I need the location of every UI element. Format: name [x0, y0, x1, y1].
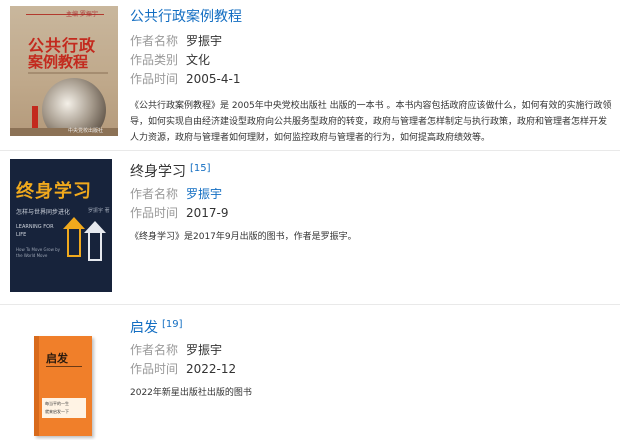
- category-field: 作品类别 文化: [130, 51, 615, 70]
- book-cover-image[interactable]: 主编 罗振宇 公共行政 案例教程 中央党校出版社: [10, 6, 118, 136]
- book-title-link[interactable]: 启发: [130, 320, 158, 336]
- category-value: 文化: [186, 53, 211, 67]
- author-value: 罗振宇: [186, 34, 223, 48]
- author-field: 作者名称 罗振宇: [130, 185, 615, 204]
- field-label: 作者名称: [130, 34, 179, 48]
- author-link[interactable]: 罗振宇: [186, 187, 222, 201]
- reference-link[interactable]: [19]: [162, 319, 183, 330]
- field-label: 作品时间: [130, 72, 179, 86]
- date-value: 2005-4-1: [186, 72, 241, 86]
- book-entry-1: 主编 罗振宇 公共行政 案例教程 中央党校出版社 公共行政案例教程 作者名称 罗振…: [0, 0, 620, 150]
- field-label: 作品时间: [130, 362, 179, 376]
- date-field: 作品时间 2022-12: [130, 360, 615, 379]
- author-field: 作者名称 罗振宇: [130, 341, 615, 360]
- date-field: 作品时间 2017-9: [130, 204, 615, 223]
- book-description: 《公共行政案例教程》是 2005年中央党校出版社 出版的一本书 。本书内容包括政…: [130, 101, 612, 143]
- author-value: 罗振宇: [186, 343, 223, 357]
- date-value: 2017-9: [186, 206, 229, 220]
- author-field: 作者名称 罗振宇: [130, 32, 615, 51]
- date-value: 2022-12: [186, 362, 237, 376]
- field-label: 作品类别: [130, 53, 179, 67]
- book-cover-image[interactable]: 启发 每当平的一生 就来启发一下: [10, 312, 118, 440]
- book-cover-image[interactable]: 终身学习 怎样与世界同步进化 罗振宇 著 LEARNING FOR LIFE H…: [10, 159, 112, 292]
- book-title-link[interactable]: 公共行政案例教程: [130, 9, 242, 25]
- reference-link[interactable]: [15]: [190, 163, 211, 174]
- date-field: 作品时间 2005-4-1: [130, 70, 615, 89]
- field-label: 作者名称: [130, 343, 179, 357]
- book-description: 《终身学习》是2017年9月出版的图书，作者是罗振宇。: [130, 232, 357, 242]
- book-entry-2: 终身学习 怎样与世界同步进化 罗振宇 著 LEARNING FOR LIFE H…: [0, 151, 620, 304]
- book-description: 2022年新星出版社出版的图书: [130, 388, 252, 398]
- field-label: 作者名称: [130, 187, 179, 201]
- field-label: 作品时间: [130, 206, 179, 220]
- book-title-link[interactable]: 终身学习: [130, 164, 186, 180]
